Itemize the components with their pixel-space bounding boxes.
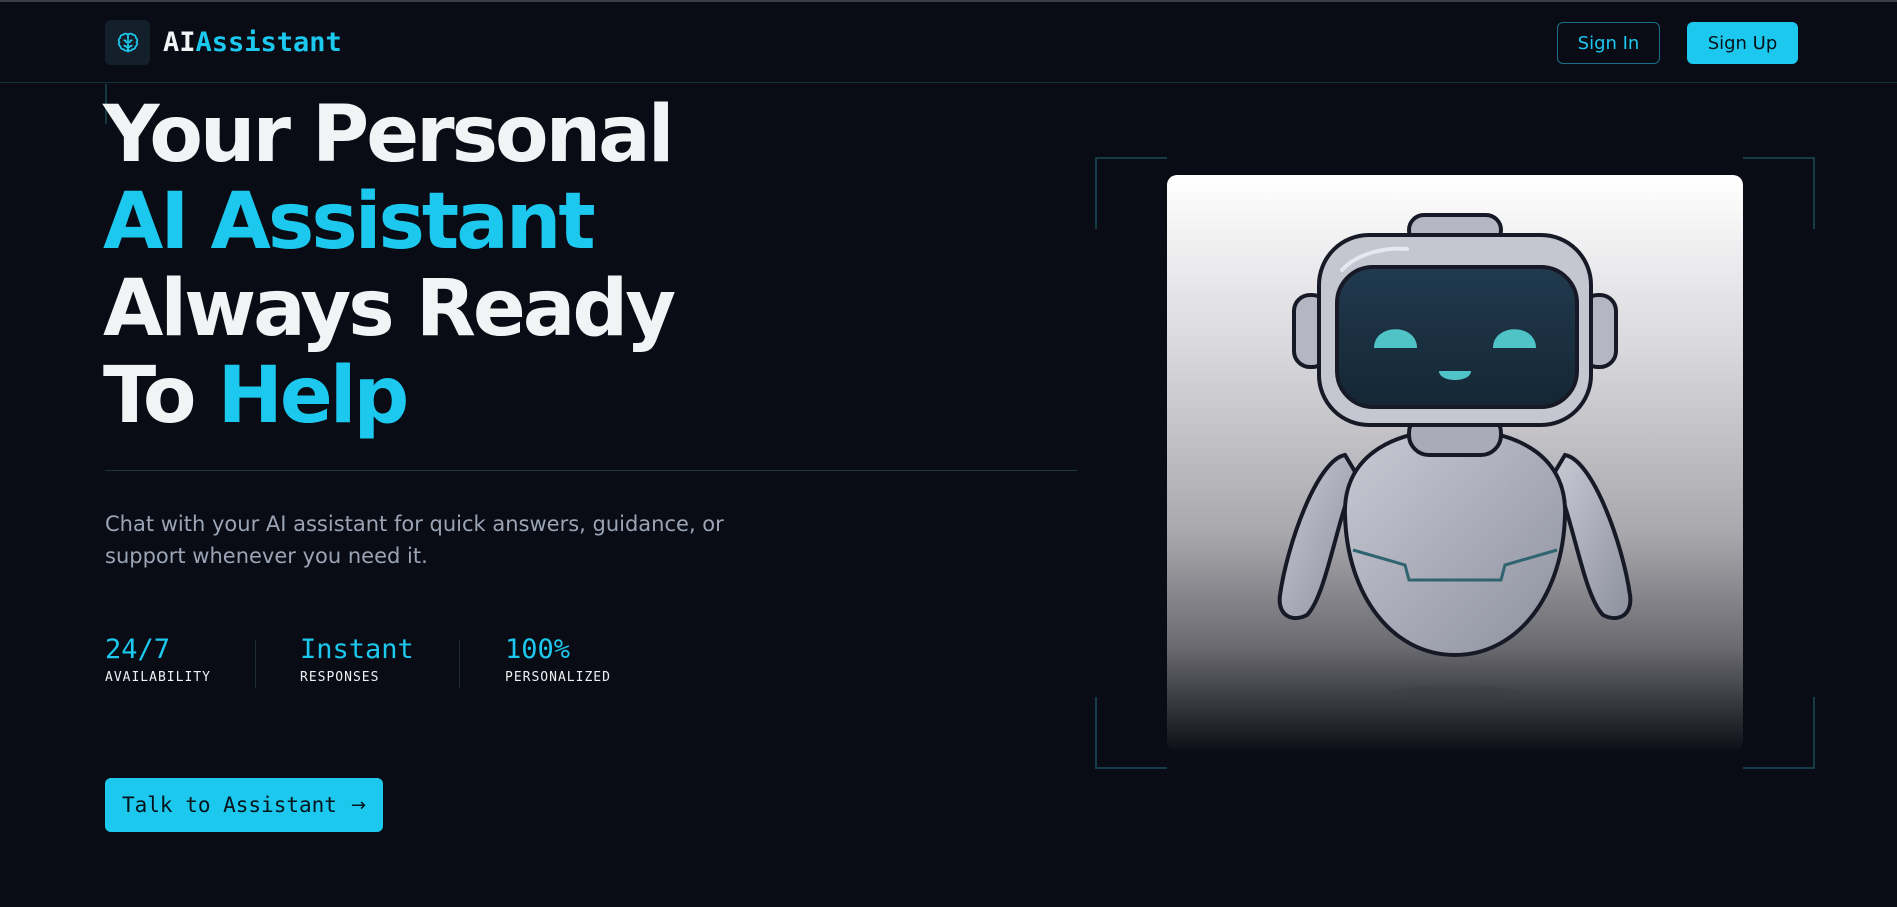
stat-responses: Instant RESPONSES — [300, 634, 414, 685]
hero-title-line-4-prefix: To — [103, 351, 218, 441]
talk-to-assistant-button[interactable]: Talk to Assistant → — [105, 778, 383, 832]
hero-description: Chat with your AI assistant for quick an… — [105, 512, 724, 568]
stat-personalized: 100% PERSONALIZED — [505, 634, 611, 685]
stat-label: PERSONALIZED — [505, 670, 611, 685]
stat-value: Instant — [300, 634, 414, 665]
hero-title: Your Personal AI Assistant Always Ready … — [103, 92, 903, 440]
hero-title-line-4: To Help — [103, 353, 903, 440]
frame-corner-bottom-left — [1095, 697, 1167, 769]
site-header: AIAssistant Sign In Sign Up — [0, 2, 1897, 83]
sign-up-button[interactable]: Sign Up — [1687, 22, 1798, 64]
robot-illustration — [1167, 175, 1743, 751]
hero-title-line-1: Your Personal — [103, 90, 675, 180]
frame-corner-bottom-right — [1743, 697, 1815, 769]
frame-corner-top-left — [1095, 157, 1167, 229]
stat-availability: 24/7 AVAILABILITY — [105, 634, 211, 685]
hero-divider — [105, 470, 1077, 471]
brain-icon — [105, 20, 150, 65]
stat-label: RESPONSES — [300, 670, 380, 685]
stat-divider — [459, 640, 460, 688]
stat-value: 100% — [505, 634, 571, 665]
sign-in-button[interactable]: Sign In — [1557, 22, 1660, 64]
arrow-right-icon: → — [350, 794, 367, 816]
hero-title-line-2: AI Assistant — [103, 177, 596, 267]
hero-title-line-3: Always Ready — [103, 264, 676, 354]
stat-label: AVAILABILITY — [105, 670, 211, 685]
logo-text-ai: AI — [163, 27, 196, 58]
logo[interactable]: AIAssistant — [105, 20, 342, 65]
talk-to-assistant-label: Talk to Assistant — [121, 793, 337, 817]
robot-icon — [1277, 213, 1633, 705]
hero-title-highlight: Help — [217, 351, 410, 441]
stat-divider — [255, 640, 256, 688]
frame-corner-top-right — [1743, 157, 1815, 229]
stat-value: 24/7 — [105, 634, 171, 665]
logo-text-assistant: Assistant — [195, 27, 342, 58]
logo-text: AIAssistant — [163, 27, 342, 58]
